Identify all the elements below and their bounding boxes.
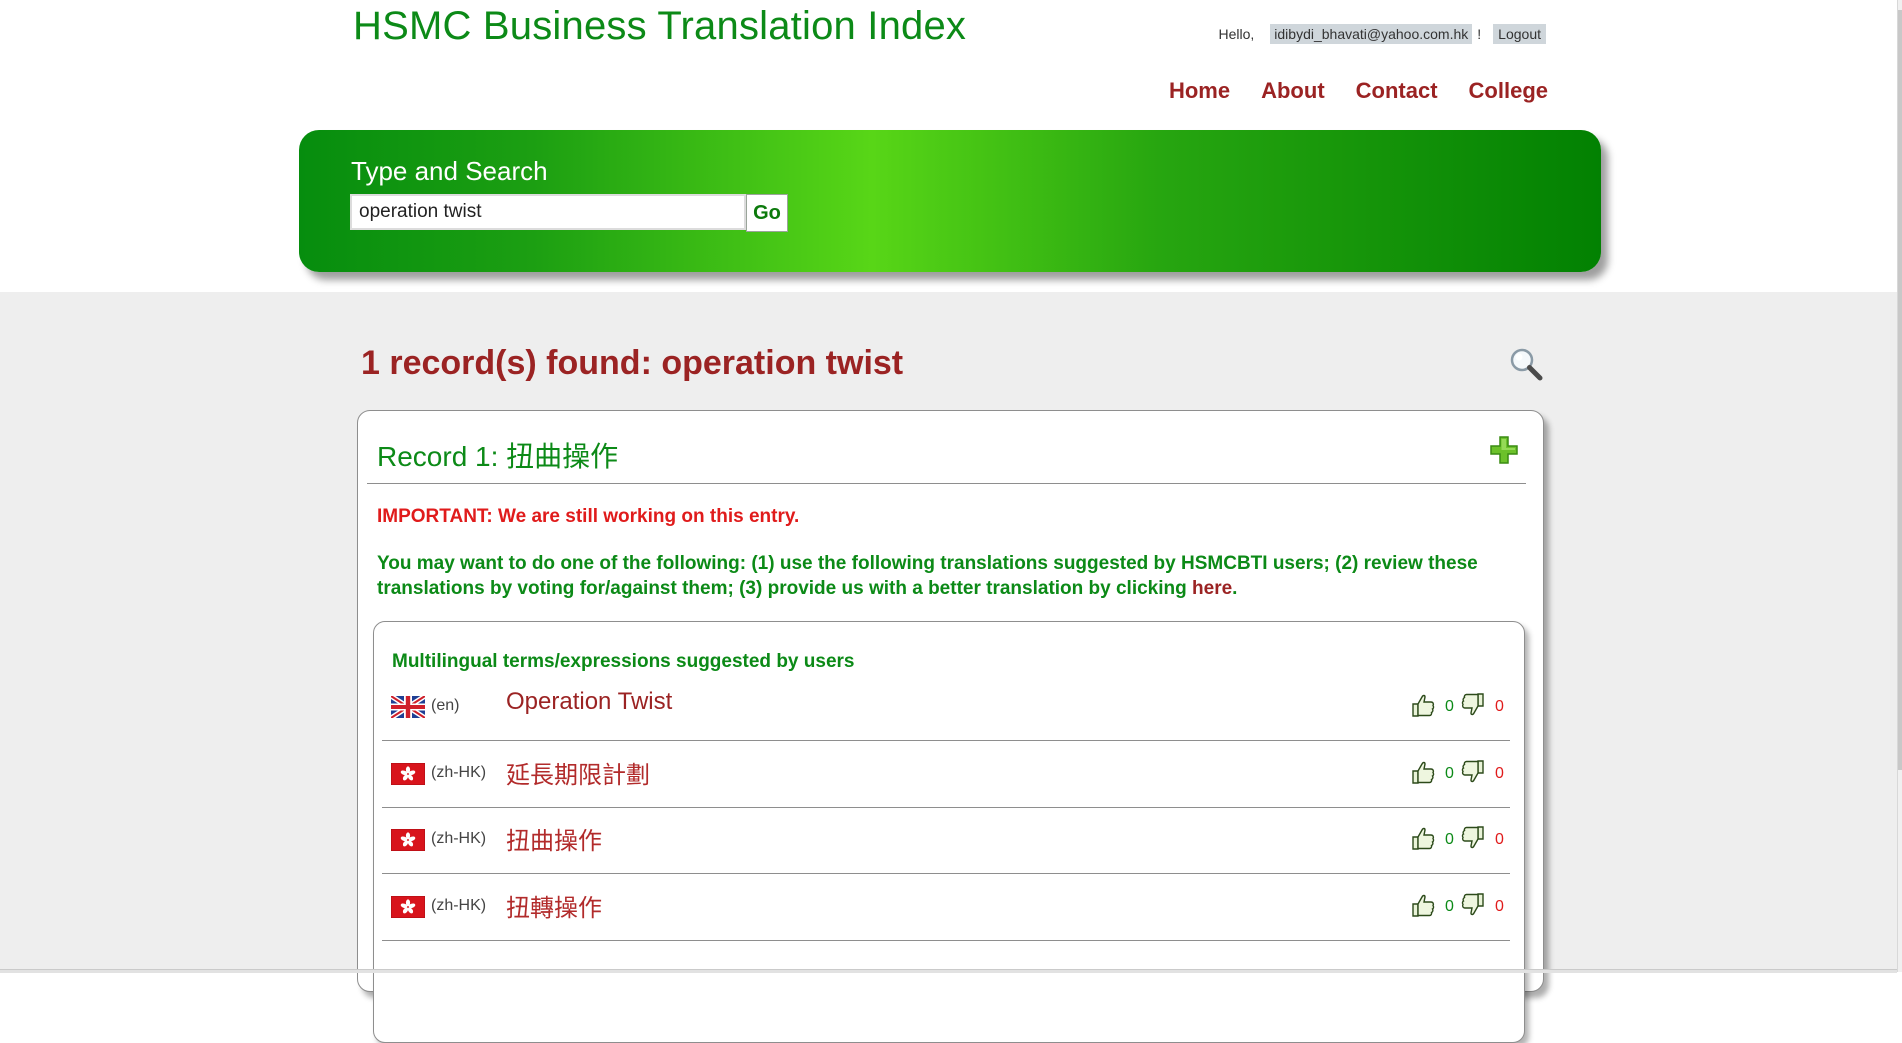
- magnifier-icon[interactable]: [1508, 346, 1544, 382]
- term-language: (en): [431, 697, 460, 714]
- nav-contact[interactable]: Contact: [1356, 78, 1438, 104]
- notice-suffix: .: [1232, 578, 1238, 599]
- terms-box: Multilingual terms/expressions suggested…: [373, 621, 1525, 1043]
- vote-down-count: 0: [1495, 765, 1504, 782]
- thumb-up-icon[interactable]: [1410, 825, 1436, 851]
- term-language: (zh-HK): [431, 830, 487, 847]
- terms-heading: Multilingual terms/expressions suggested…: [392, 651, 855, 672]
- important-notice: IMPORTANT: We are still working on this …: [377, 506, 800, 527]
- term-text[interactable]: 扭曲操作: [506, 821, 602, 856]
- nav-college[interactable]: College: [1469, 78, 1548, 104]
- hk-flag-icon: [391, 896, 425, 918]
- user-email[interactable]: idibydi_bhavati@yahoo.com.hk: [1270, 24, 1473, 44]
- term-row: (en) Operation Twist 0 0: [382, 674, 1510, 741]
- site-title[interactable]: HSMC Business Translation Index: [353, 4, 966, 49]
- plus-icon[interactable]: [1489, 435, 1519, 465]
- vote-up-count: 0: [1445, 898, 1454, 915]
- uk-flag-icon: [391, 696, 425, 718]
- thumb-up-icon[interactable]: [1410, 892, 1436, 918]
- term-text[interactable]: 扭轉操作: [506, 888, 602, 923]
- term-text[interactable]: 延長期限計劃: [506, 755, 650, 790]
- thumb-down-icon[interactable]: [1460, 759, 1486, 785]
- notice-prefix: You may want to do one of the following:…: [377, 553, 1478, 599]
- hk-flag-icon: [391, 829, 425, 851]
- term-language: (zh-HK): [431, 897, 487, 914]
- record-divider: [367, 483, 1526, 484]
- hk-flag-icon: [391, 763, 425, 785]
- nav-about[interactable]: About: [1261, 78, 1325, 104]
- term-row: (zh-HK) 扭曲操作 0 0: [382, 807, 1510, 874]
- nav-home[interactable]: Home: [1169, 78, 1230, 104]
- hello-label: Hello,: [1218, 26, 1255, 42]
- bottom-edge: [0, 969, 1897, 973]
- search-input[interactable]: [350, 194, 746, 230]
- term-row: (zh-HK) 扭轉操作 0 0: [382, 874, 1510, 941]
- main-nav: Home About Contact College: [1138, 78, 1548, 104]
- here-link[interactable]: here: [1192, 578, 1232, 599]
- vote-down-count: 0: [1495, 698, 1504, 715]
- thumb-up-icon[interactable]: [1410, 759, 1436, 785]
- thumb-down-icon[interactable]: [1460, 892, 1486, 918]
- term-language: (zh-HK): [431, 764, 487, 781]
- thumb-down-icon[interactable]: [1460, 825, 1486, 851]
- vote-up-count: 0: [1445, 831, 1454, 848]
- vote-down-count: 0: [1495, 831, 1504, 848]
- exclamation-mark: !: [1477, 26, 1482, 42]
- term-row: (zh-HK) 延長期限計劃 0 0: [382, 741, 1510, 808]
- page-header: HSMC Business Translation Index Hello, i…: [0, 0, 1902, 292]
- record-title: Record 1: 扭曲操作: [377, 441, 619, 472]
- term-text[interactable]: Operation Twist: [506, 688, 672, 716]
- suggestion-notice: You may want to do one of the following:…: [377, 551, 1537, 601]
- search-label: Type and Search: [351, 156, 548, 186]
- thumb-down-icon[interactable]: [1460, 692, 1486, 718]
- scrollbar-thumb[interactable]: [1898, 10, 1902, 770]
- user-box: Hello, idibydi_bhavati@yahoo.com.hk ! Lo…: [1218, 24, 1546, 44]
- thumb-up-icon[interactable]: [1410, 692, 1436, 718]
- logout-button[interactable]: Logout: [1493, 24, 1546, 44]
- vote-down-count: 0: [1495, 898, 1504, 915]
- results-heading: 1 record(s) found: operation twist: [361, 344, 904, 382]
- record-card: Record 1: 扭曲操作 IMPORTANT: We are still w…: [357, 410, 1544, 1043]
- vote-up-count: 0: [1445, 765, 1454, 782]
- search-panel: Type and Search Go: [299, 130, 1601, 272]
- vote-up-count: 0: [1445, 698, 1454, 715]
- go-button[interactable]: Go: [746, 194, 788, 232]
